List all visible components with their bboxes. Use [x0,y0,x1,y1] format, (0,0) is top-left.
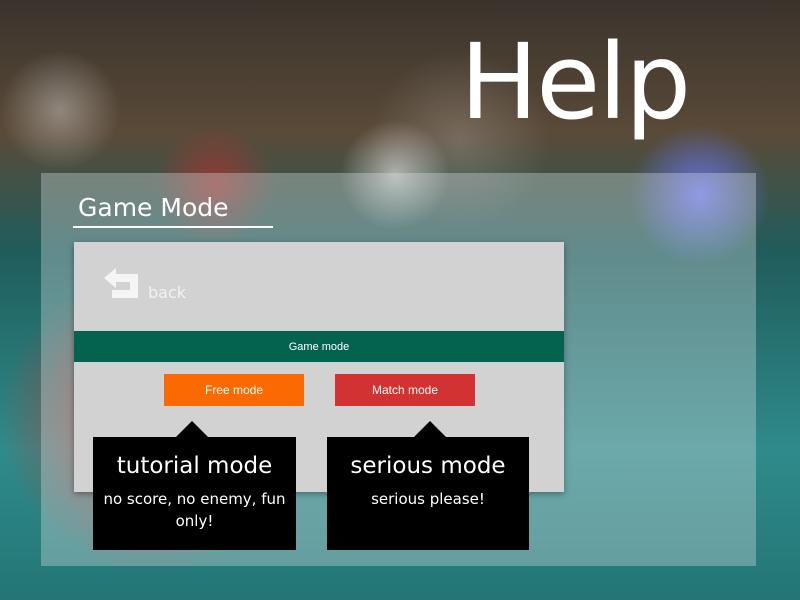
match-mode-tooltip-title: serious mode [350,453,506,479]
match-mode-button[interactable]: Match mode [335,374,475,406]
section-title: Game Mode [78,193,229,222]
back-button[interactable]: back [100,266,187,302]
page-title: Help [460,21,691,143]
match-mode-tooltip-description: serious please! [371,490,485,508]
free-mode-tooltip-description: no score, no enemy, fun only! [103,490,286,530]
free-mode-button[interactable]: Free mode [164,374,304,406]
match-mode-tooltip: serious mode serious please! [327,421,529,550]
section-title-underline [73,226,273,228]
free-mode-tooltip: tutorial mode no score, no enemy, fun on… [93,421,296,550]
game-mode-bar: Game mode [74,331,564,362]
back-arrow-icon [104,268,138,298]
free-mode-tooltip-title: tutorial mode [116,453,273,479]
back-label: back [148,283,187,302]
